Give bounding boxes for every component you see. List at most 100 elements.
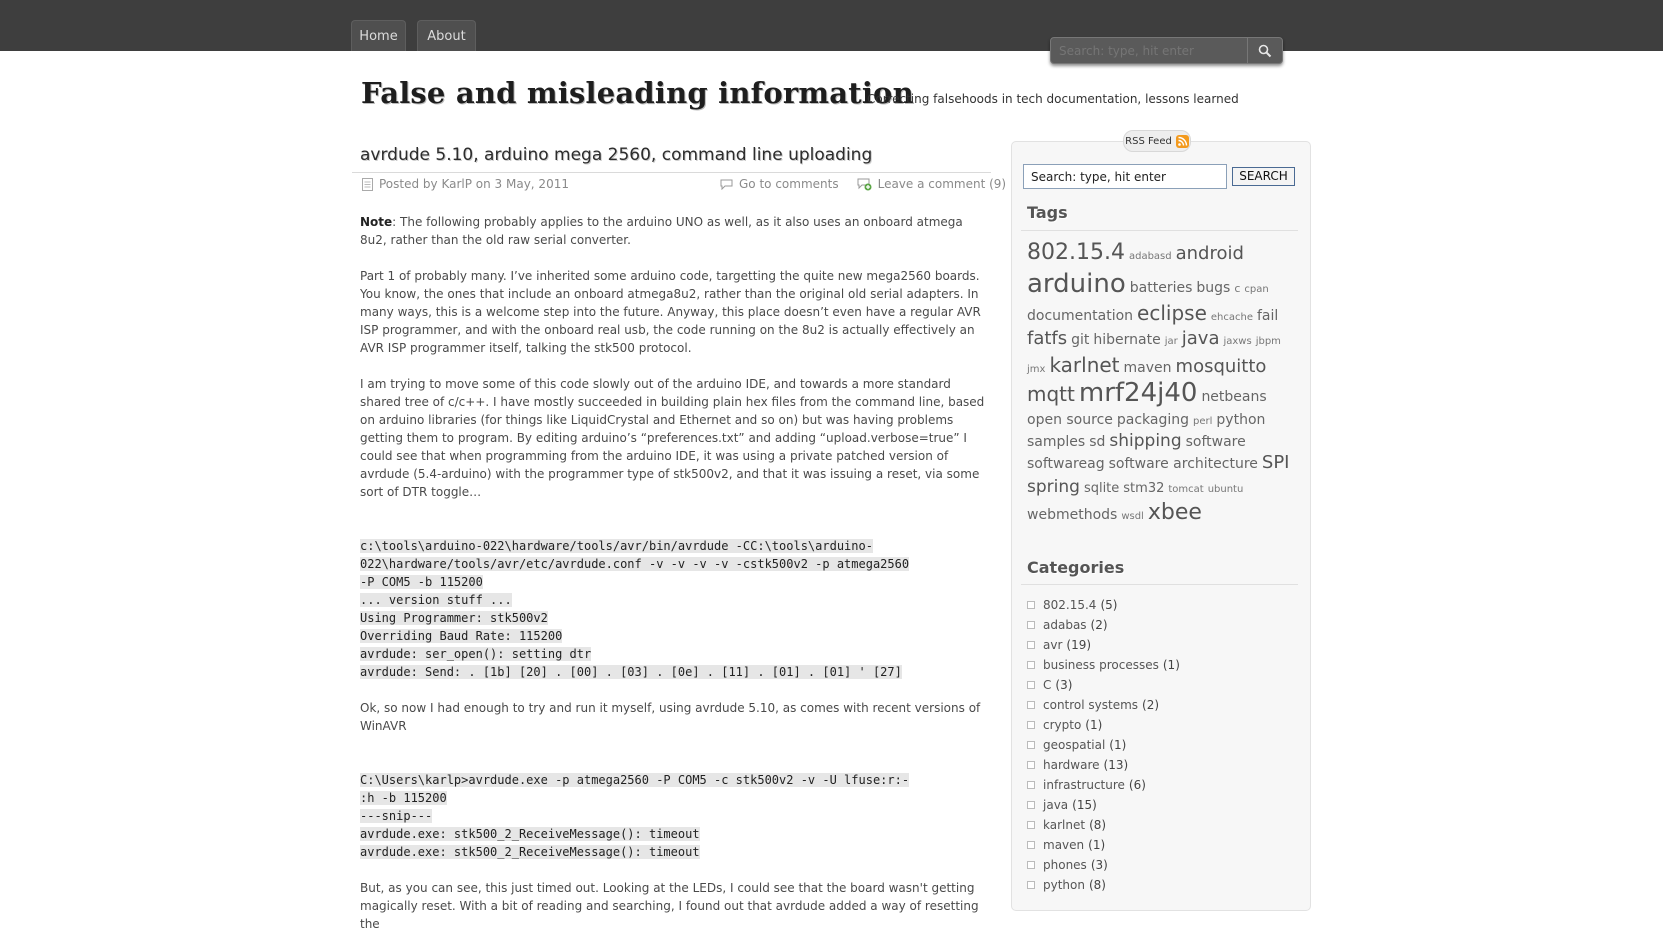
tag-link[interactable]: bugs (1196, 280, 1230, 296)
tag-cloud-row: mqtt mrf24j40 netbeans (1027, 378, 1295, 408)
tag-link[interactable]: webmethods (1027, 507, 1117, 523)
tag-link[interactable]: software (1186, 434, 1246, 450)
tag-link[interactable]: sd (1089, 434, 1105, 450)
tag-link[interactable]: ubuntu (1208, 484, 1244, 495)
category-name[interactable]: infrastructure (1043, 778, 1125, 792)
tag-link[interactable]: python (1216, 412, 1265, 428)
post-title[interactable]: avrdude 5.10, arduino mega 2560, command… (360, 145, 872, 165)
tag-link[interactable]: hibernate (1093, 332, 1160, 348)
category-name[interactable]: python (1043, 878, 1085, 892)
tag-link[interactable]: arduino (1027, 269, 1126, 299)
category-bullet-icon (1027, 681, 1035, 689)
tag-link[interactable]: android (1176, 243, 1244, 264)
tag-link[interactable]: mrf24j40 (1079, 378, 1198, 408)
tag-link[interactable]: java (1182, 328, 1220, 349)
tag-link[interactable]: eclipse (1137, 301, 1207, 325)
category-name[interactable]: C (1043, 678, 1051, 692)
tag-link[interactable]: karlnet (1049, 353, 1119, 377)
tag-link[interactable]: jbpm (1256, 336, 1281, 347)
top-search-input[interactable] (1051, 38, 1248, 63)
tag-link[interactable]: netbeans (1201, 389, 1266, 405)
category-count: (3) (1055, 678, 1073, 692)
category-item[interactable]: geospatial (1) (1027, 735, 1287, 755)
sidebar-search-input[interactable] (1023, 164, 1227, 189)
tag-link[interactable]: software architecture (1109, 456, 1258, 472)
tag-cloud-row: open source packaging perl python (1027, 408, 1295, 430)
tag-link[interactable]: wsdl (1121, 511, 1144, 522)
tag-link[interactable]: spring (1027, 477, 1080, 497)
category-name[interactable]: avr (1043, 638, 1062, 652)
category-name[interactable]: 802.15.4 (1043, 598, 1096, 612)
category-item[interactable]: hardware (13) (1027, 755, 1287, 775)
category-item[interactable]: karlnet (8) (1027, 815, 1287, 835)
tag-link[interactable]: jaxws (1223, 336, 1251, 347)
tag-link[interactable]: ehcache (1211, 312, 1253, 323)
category-count: (8) (1089, 818, 1107, 832)
tag-link[interactable]: c (1234, 282, 1240, 295)
category-item[interactable]: python (8) (1027, 875, 1287, 895)
category-item[interactable]: control systems (2) (1027, 695, 1287, 715)
category-item[interactable]: C (3) (1027, 675, 1287, 695)
tag-link[interactable]: maven (1124, 360, 1172, 376)
tag-link[interactable]: batteries (1130, 280, 1193, 296)
tag-link[interactable]: stm32 (1123, 481, 1164, 496)
nav-tab-about[interactable]: About (417, 20, 476, 51)
category-bullet-icon (1027, 701, 1035, 709)
comment-icon (720, 179, 733, 190)
tag-link[interactable]: jar (1165, 336, 1178, 347)
go-to-comments-link[interactable]: Go to comments (739, 177, 839, 191)
category-name[interactable]: karlnet (1043, 818, 1085, 832)
category-name[interactable]: phones (1043, 858, 1087, 872)
tag-link[interactable]: documentation (1027, 308, 1133, 324)
category-count: (3) (1090, 858, 1108, 872)
category-item[interactable]: java (15) (1027, 795, 1287, 815)
nav-tab-home[interactable]: Home (351, 20, 406, 51)
sidebar-search-button[interactable]: SEARCH (1232, 167, 1295, 186)
category-name[interactable]: java (1043, 798, 1068, 812)
tag-link[interactable]: perl (1193, 416, 1212, 427)
category-name[interactable]: maven (1043, 838, 1084, 852)
tag-link[interactable]: fail (1257, 308, 1278, 324)
category-item[interactable]: avr (19) (1027, 635, 1287, 655)
post-paragraph: Ok, so now I had enough to try and run i… (360, 701, 981, 733)
tag-link[interactable]: git (1071, 332, 1089, 348)
tag-link[interactable]: SPI (1262, 452, 1290, 473)
site-title[interactable]: False and misleading information (361, 76, 914, 110)
category-count: (13) (1103, 758, 1129, 772)
top-search-button[interactable] (1247, 38, 1282, 63)
category-name[interactable]: crypto (1043, 718, 1081, 732)
code-line: ... version stuff ... (360, 593, 512, 607)
tag-link[interactable]: shipping (1109, 431, 1181, 451)
category-name[interactable]: geospatial (1043, 738, 1105, 752)
tag-link[interactable]: fatfs (1027, 328, 1067, 349)
tag-link[interactable]: packaging (1117, 412, 1189, 428)
tag-link[interactable]: samples (1027, 434, 1085, 450)
category-item[interactable]: infrastructure (6) (1027, 775, 1287, 795)
note-text: : The following probably applies to the … (360, 215, 963, 247)
tag-link[interactable]: xbee (1148, 500, 1202, 525)
category-item[interactable]: crypto (1) (1027, 715, 1287, 735)
category-item[interactable]: 802.15.4 (5) (1027, 595, 1287, 615)
category-item[interactable]: maven (1) (1027, 835, 1287, 855)
tag-link[interactable]: softwareag (1027, 456, 1105, 472)
category-item[interactable]: adabas (2) (1027, 615, 1287, 635)
post-meta-author-text: Posted by KarlP on 3 May, 2011 (379, 177, 569, 191)
tag-link[interactable]: cpan (1244, 284, 1268, 295)
category-name[interactable]: control systems (1043, 698, 1138, 712)
category-bullet-icon (1027, 761, 1035, 769)
tag-link[interactable]: tomcat (1168, 484, 1203, 495)
tag-link[interactable]: mqtt (1027, 382, 1075, 406)
category-name[interactable]: hardware (1043, 758, 1100, 772)
category-item[interactable]: phones (3) (1027, 855, 1287, 875)
tag-link[interactable]: jmx (1027, 364, 1045, 375)
rss-feed-link[interactable]: RSS Feed (1123, 130, 1191, 152)
tag-link[interactable]: mosquitto (1176, 356, 1267, 377)
tag-link[interactable]: adabasd (1129, 251, 1172, 262)
tag-link[interactable]: 802.15.4 (1027, 240, 1125, 265)
leave-comment-link[interactable]: Leave a comment (9) (878, 177, 1007, 191)
category-item[interactable]: business processes (1) (1027, 655, 1287, 675)
tag-link[interactable]: open source (1027, 412, 1113, 428)
category-name[interactable]: adabas (1043, 618, 1087, 632)
tag-link[interactable]: sqlite (1084, 481, 1119, 496)
category-name[interactable]: business processes (1043, 658, 1159, 672)
